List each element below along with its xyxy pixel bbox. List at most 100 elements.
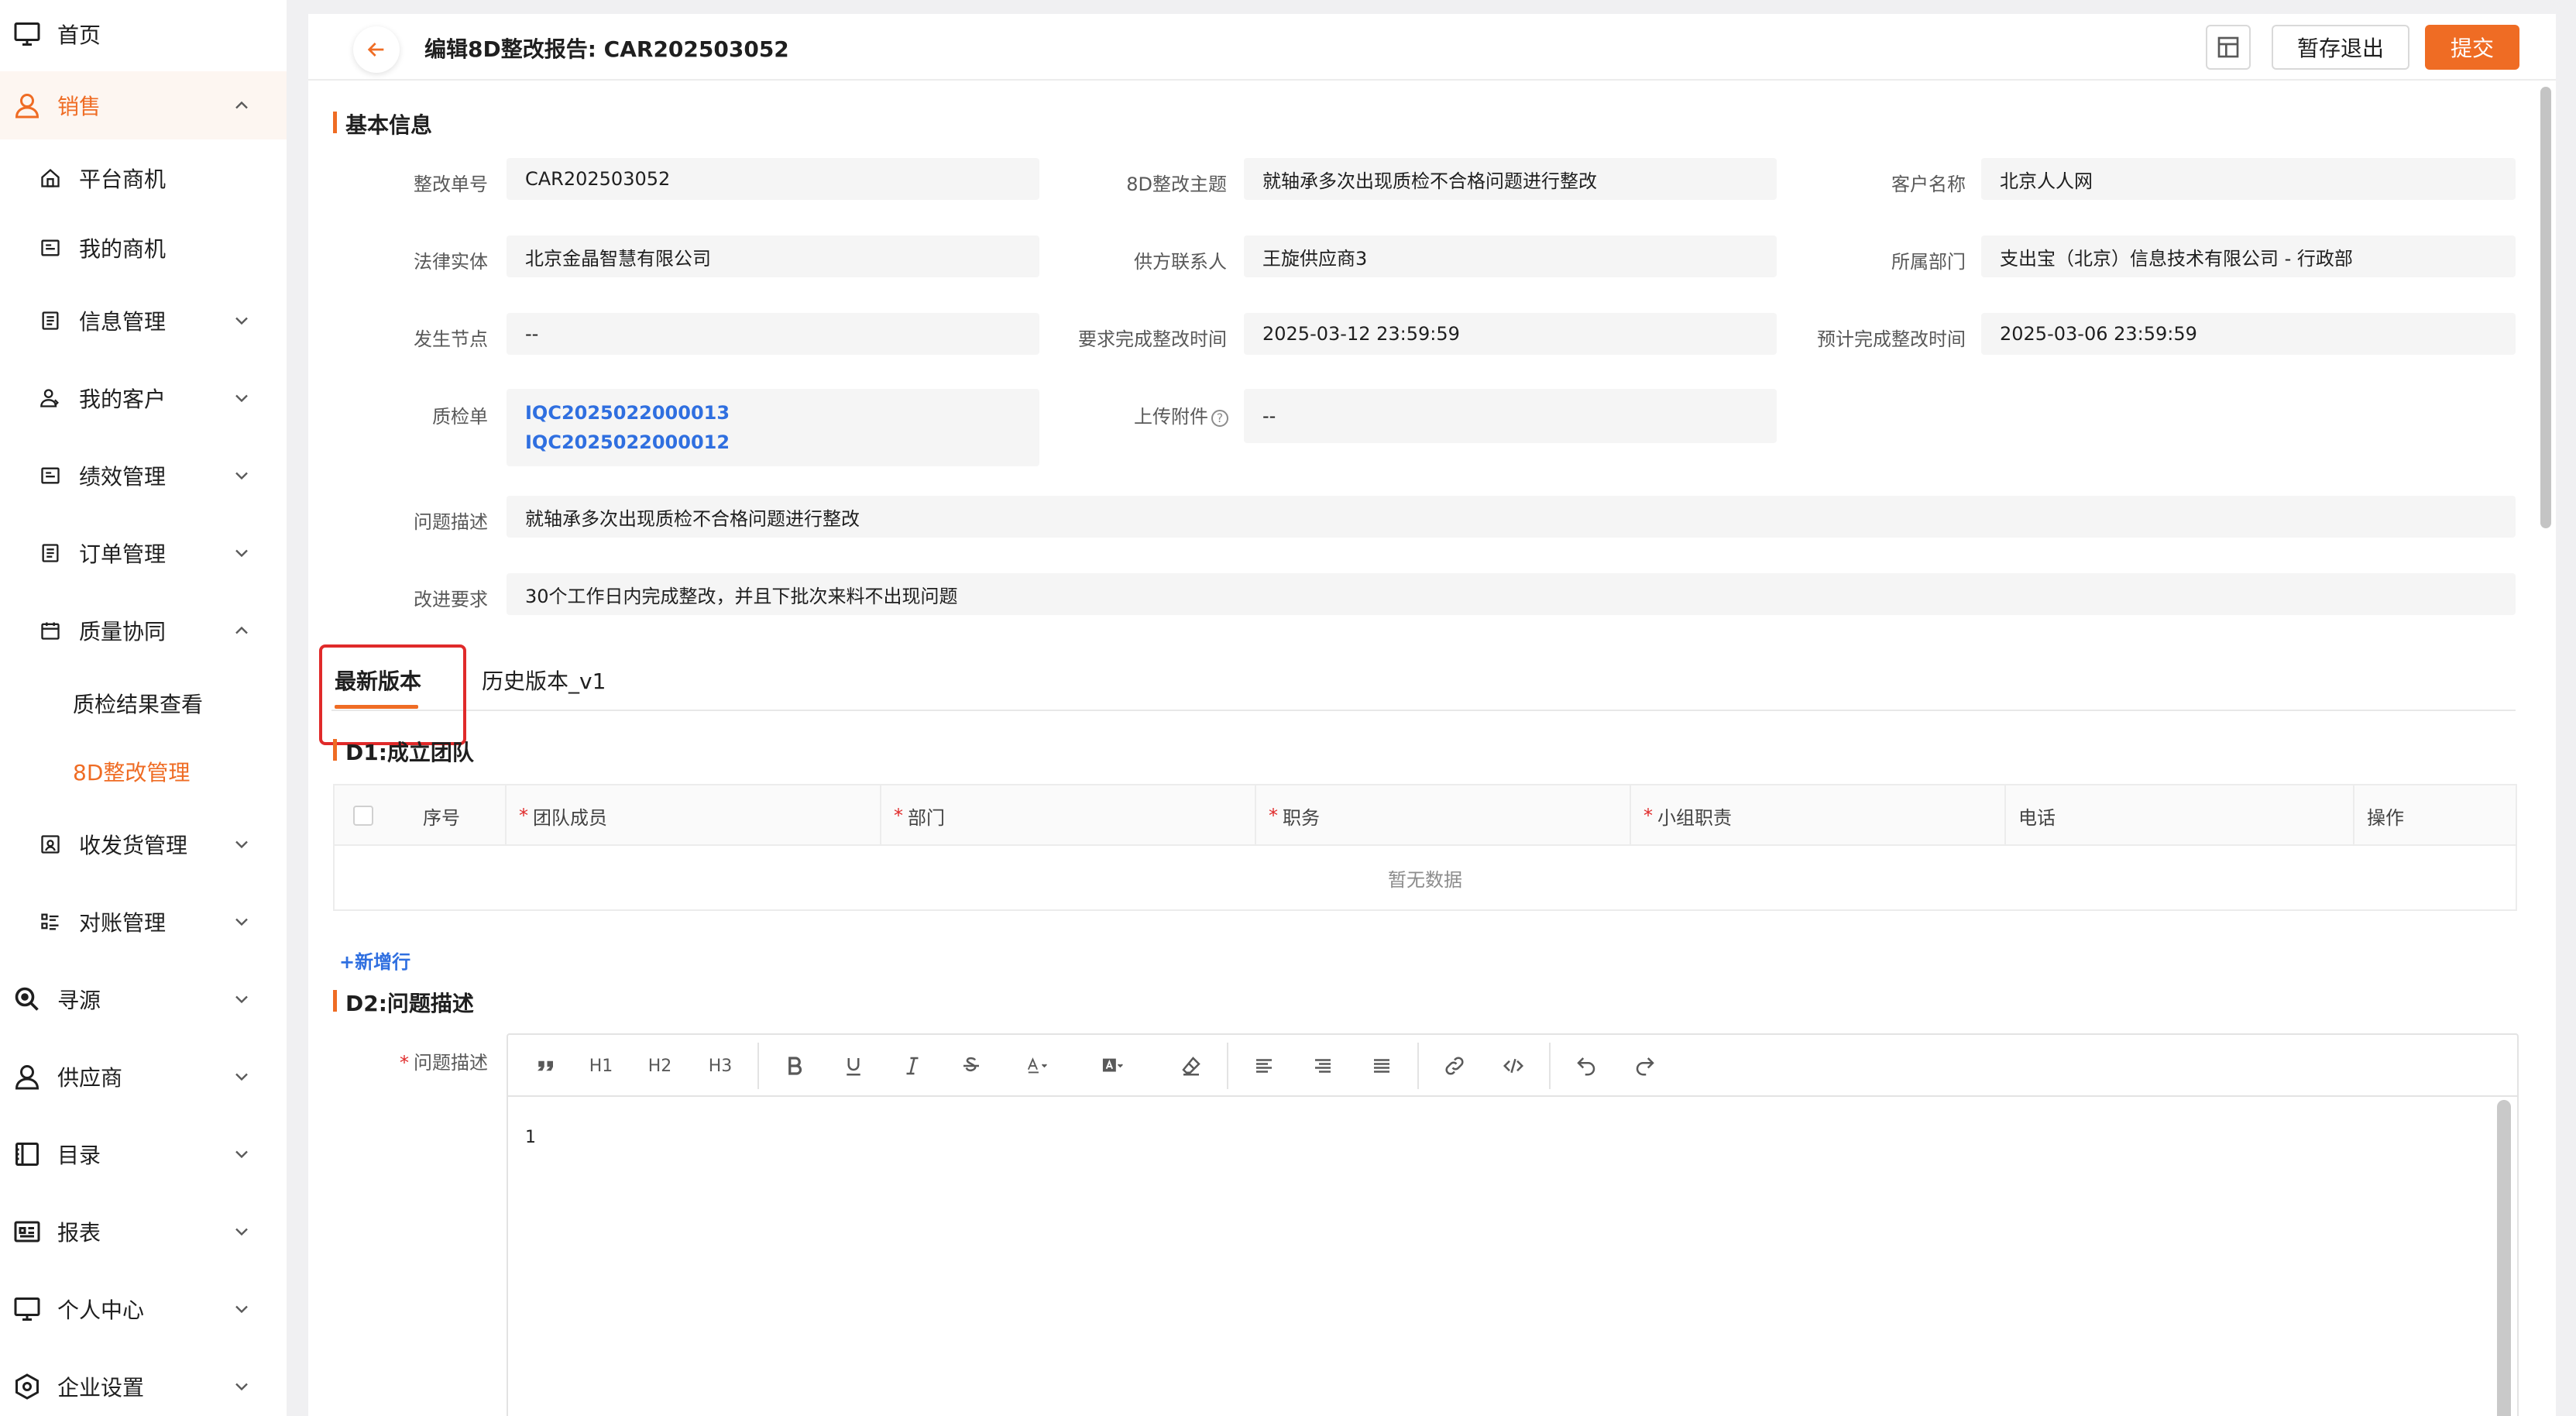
- underline-icon[interactable]: [838, 1050, 869, 1081]
- field-value-required-time: 2025-03-12 23:59:59: [1244, 313, 1777, 355]
- chevron-up-icon: [235, 626, 248, 634]
- rich-text-editor[interactable]: H1 H2 H3 1: [507, 1033, 2519, 1416]
- user-icon: [12, 1062, 42, 1091]
- sidebar-item-inspection-results[interactable]: 质检结果查看: [0, 669, 287, 737]
- field-value-expected-time: 2025-03-06 23:59:59: [1981, 313, 2516, 355]
- field-label: 问题描述: [414, 511, 488, 533]
- sidebar-item-label: 供应商: [57, 1065, 123, 1091]
- field-label: 发生节点: [414, 328, 488, 350]
- inspection-link[interactable]: IQC2025022000012: [525, 431, 730, 453]
- toolbar-divider: [757, 1043, 759, 1089]
- book-icon: [12, 1139, 42, 1169]
- sidebar-item-sales[interactable]: 销售: [0, 71, 287, 139]
- font-color-icon[interactable]: [1015, 1050, 1061, 1081]
- section-title-d2: D2:问题描述: [333, 987, 474, 1018]
- sidebar-item-performance[interactable]: 绩效管理: [0, 442, 287, 510]
- editor-content[interactable]: 1: [525, 1128, 536, 1147]
- eraser-icon[interactable]: [1176, 1050, 1207, 1081]
- chevron-down-icon: [235, 1383, 248, 1391]
- align-right-icon[interactable]: [1307, 1050, 1338, 1081]
- arrow-left-icon: [367, 43, 384, 57]
- sidebar-item-info-management[interactable]: 信息管理: [0, 287, 287, 355]
- field-label: 8D整改主题: [1126, 174, 1227, 195]
- select-all-cell: [335, 785, 392, 846]
- column-header-role: * 小组职责: [1631, 785, 2006, 846]
- sidebar-item-label: 订单管理: [79, 541, 167, 567]
- sidebar-item-label: 我的客户: [79, 387, 167, 412]
- column-label: 小组职责: [1657, 806, 1732, 829]
- sidebar-item-label: 质量协同: [79, 619, 167, 644]
- scrollbar[interactable]: [2540, 87, 2551, 528]
- heading2-button[interactable]: H2: [644, 1050, 675, 1081]
- sidebar-item-label: 收发货管理: [79, 833, 188, 858]
- sidebar-item-supplier[interactable]: 供应商: [0, 1043, 287, 1111]
- field-value-inspection-list: IQC2025022000013 IQC2025022000012: [507, 389, 1039, 466]
- sidebar-item-label: 寻源: [57, 988, 101, 1013]
- tabs-divider: [331, 710, 2516, 711]
- redo-icon[interactable]: [1630, 1050, 1661, 1081]
- sidebar-item-label: 企业设置: [57, 1375, 145, 1401]
- sidebar-item-label: 首页: [57, 22, 101, 48]
- align-justify-icon[interactable]: [1366, 1050, 1397, 1081]
- report-icon: [12, 1217, 42, 1246]
- sidebar-item-label: 平台商机: [79, 167, 167, 192]
- field-value-car-no: CAR202503052: [507, 158, 1039, 200]
- sidebar-item-reconciliation[interactable]: 对账管理: [0, 888, 287, 956]
- sidebar-item-personal-center[interactable]: 个人中心: [0, 1275, 287, 1343]
- sidebar-item-label: 质检结果查看: [73, 692, 204, 717]
- sidebar-item-my-customers[interactable]: 我的客户: [0, 364, 287, 432]
- sidebar-item-quality-collaboration[interactable]: 质量协同: [0, 596, 287, 665]
- align-left-icon[interactable]: [1249, 1050, 1279, 1081]
- add-row-button[interactable]: +新增行: [339, 947, 410, 974]
- save-exit-button[interactable]: 暂存退出: [2272, 25, 2409, 70]
- layout-button[interactable]: [2206, 25, 2251, 70]
- field-value-department: 支出宝（北京）信息技术有限公司 - 行政部: [1981, 235, 2516, 277]
- field-label: 预计完成整改时间: [1817, 328, 1966, 350]
- sidebar-item-reports[interactable]: 报表: [0, 1198, 287, 1266]
- sidebar-item-label: 绩效管理: [79, 464, 167, 490]
- sidebar-item-enterprise-settings[interactable]: 企业设置: [0, 1352, 287, 1416]
- tab-history-v1[interactable]: 历史版本_v1: [482, 665, 606, 696]
- chevron-down-icon: [235, 840, 248, 849]
- background-color-icon[interactable]: [1091, 1050, 1137, 1081]
- list-icon: [39, 309, 62, 332]
- sidebar-item-catalog[interactable]: 目录: [0, 1120, 287, 1188]
- undo-icon[interactable]: [1571, 1050, 1602, 1081]
- back-button[interactable]: [353, 26, 400, 73]
- code-icon[interactable]: [1498, 1050, 1529, 1081]
- field-label: 法律实体: [414, 251, 488, 273]
- field-value-improvement: 30个工作日内完成整改，并且下批次来料不出现问题: [507, 573, 2516, 615]
- select-all-checkbox[interactable]: [353, 806, 373, 826]
- section-title-basic: 基本信息: [333, 108, 432, 139]
- card-icon: [39, 464, 62, 487]
- submit-button[interactable]: 提交: [2425, 25, 2519, 70]
- heading1-button[interactable]: H1: [586, 1050, 617, 1081]
- inspection-link[interactable]: IQC2025022000013: [525, 402, 730, 424]
- sidebar-item-order-management[interactable]: 订单管理: [0, 519, 287, 587]
- sidebar-item-my-opportunity[interactable]: 我的商机: [0, 214, 287, 282]
- strikethrough-icon[interactable]: [956, 1050, 987, 1081]
- sidebar-item-8d-management[interactable]: 8D整改管理: [0, 737, 287, 806]
- sidebar-item-home[interactable]: 首页: [0, 0, 287, 68]
- required-mark: *: [400, 1052, 409, 1074]
- help-icon[interactable]: ?: [1211, 410, 1228, 427]
- quote-icon[interactable]: [530, 1050, 561, 1081]
- checklist-icon: [39, 910, 62, 933]
- link-icon[interactable]: [1439, 1050, 1470, 1081]
- sidebar-item-platform-opportunity[interactable]: 平台商机: [0, 144, 287, 212]
- sidebar-item-sourcing[interactable]: 寻源: [0, 965, 287, 1033]
- field-value-subject: 就轴承多次出现质检不合格问题进行整改: [1244, 158, 1777, 200]
- chevron-up-icon: [235, 101, 248, 109]
- sidebar-item-shipping[interactable]: 收发货管理: [0, 810, 287, 878]
- italic-icon[interactable]: [897, 1050, 928, 1081]
- user-icon: [12, 91, 42, 120]
- bold-icon[interactable]: [779, 1050, 810, 1081]
- heading3-button[interactable]: H3: [705, 1050, 736, 1081]
- sidebar-item-label: 报表: [57, 1220, 101, 1246]
- editor-scrollbar[interactable]: [2497, 1100, 2511, 1416]
- section-title-d1: D1:成立团队: [333, 736, 474, 767]
- column-label: 职务: [1283, 806, 1320, 829]
- hexagon-icon: [12, 1372, 42, 1401]
- field-label: 客户名称: [1891, 174, 1966, 195]
- highlight-annotation: [319, 644, 466, 745]
